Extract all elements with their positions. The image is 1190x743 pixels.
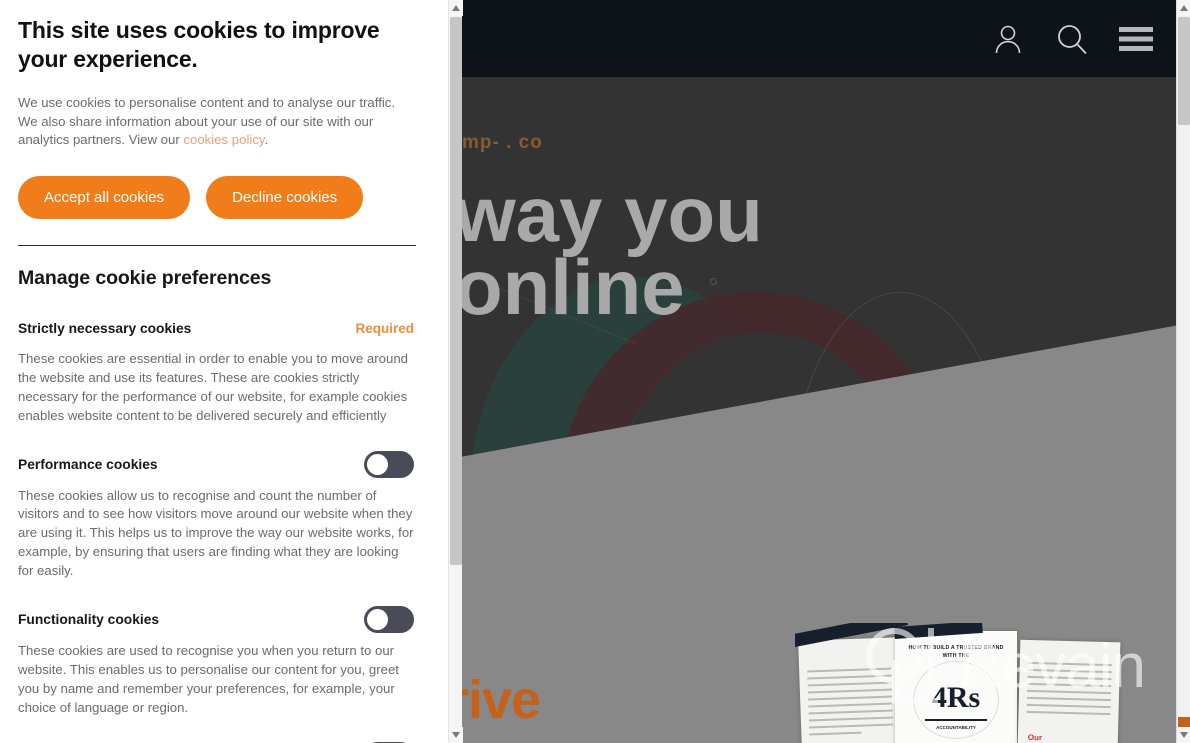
cookie-category-description: These cookies are used to recognise you … [18,642,399,715]
cookie-dialog-scrollbar-thumb[interactable] [450,17,462,565]
decline-cookies-button[interactable]: Decline cookies [206,176,364,220]
performance-cookies-toggle[interactable] [364,450,414,478]
brochure-subtitle: ACCOUNTABILITY [936,725,976,730]
required-badge: Required [355,320,414,336]
cookie-category-description: These cookies are essential in order to … [18,351,408,423]
cookie-category-description: These cookies allow us to recognise and … [18,487,414,579]
cookie-category-name: Performance cookies [18,456,158,472]
section-divider [18,245,416,247]
toggle-knob [367,608,388,630]
triangle-down-icon [1180,732,1188,738]
cookie-dialog-heading: This site uses cookies to improve your e… [18,17,380,73]
cookie-category-header: Functionality cookies [18,605,416,633]
accept-all-cookies-button[interactable]: Accept all cookies [18,176,191,220]
cookie-category-name: Strictly necessary cookies [18,320,192,336]
page-scroll-down-arrow[interactable] [1177,727,1190,743]
brochure-accent-text: Our [1027,732,1043,743]
brochure-sheet-right: Our [1017,639,1121,743]
cookie-consent-dialog: This site uses cookies to improve your e… [0,0,463,743]
cookie-category: Strictly necessary cookies Required Thes… [18,315,416,426]
cookie-dialog-scroll-area: This site uses cookies to improve your e… [0,0,448,743]
cookie-category: Performance cookies These cookies allow … [18,450,416,581]
toggle-knob [367,453,388,475]
cookie-dialog-actions: Accept all cookies Decline cookies [18,176,416,220]
brochure-sheet-center: HOW TO BUILD A TRUSTED BRAND WITH THE 4R… [895,631,1017,743]
cookie-body-part-2: . [264,132,269,148]
page-scrollbar-thumb[interactable] [1178,17,1190,125]
manage-preferences-title: Manage cookie preferences [18,267,272,290]
page-scroll-up-arrow[interactable] [1177,0,1190,16]
cookie-category-name: Functionality cookies [18,611,160,627]
dialog-scroll-down-arrow[interactable] [449,727,463,743]
browser-viewport: mp- . co way you online rive HOW TO BUIL… [0,0,1190,743]
menu-icon[interactable] [1116,19,1156,59]
cookies-policy-link[interactable]: cookies policy [183,132,264,147]
triangle-down-icon [452,732,460,738]
cookie-category-header: Strictly necessary cookies Required [18,315,416,341]
dialog-scroll-up-arrow[interactable] [449,0,463,16]
hero-title-line-2: online [455,243,685,332]
triangle-up-icon [1180,5,1188,11]
brochure-sheet-left [798,637,902,743]
search-icon[interactable] [1052,19,1092,59]
triangle-up-icon [452,5,460,11]
brochure-heading: HOW TO BUILD A TRUSTED BRAND WITH THE [908,645,1004,659]
account-icon[interactable] [988,19,1028,59]
cookie-dialog-body-text: We use cookies to personalise content an… [18,94,416,150]
functionality-cookies-toggle[interactable] [364,605,414,633]
page-scrollbar[interactable] [1176,0,1190,743]
cookie-category: Functionality cookies These cookies are … [18,605,416,718]
hero-title-line-1: way you [455,170,763,258]
brochure-image: HOW TO BUILD A TRUSTED BRAND WITH THE 4R… [795,623,1125,743]
cookie-dialog-scrollbar[interactable] [448,0,463,743]
hero-tagline: mp- . co [462,132,543,153]
cookie-category-header: Performance cookies [18,450,416,478]
hero-title: way you online [455,170,763,332]
brochure-logo: 4Rs [931,681,981,714]
